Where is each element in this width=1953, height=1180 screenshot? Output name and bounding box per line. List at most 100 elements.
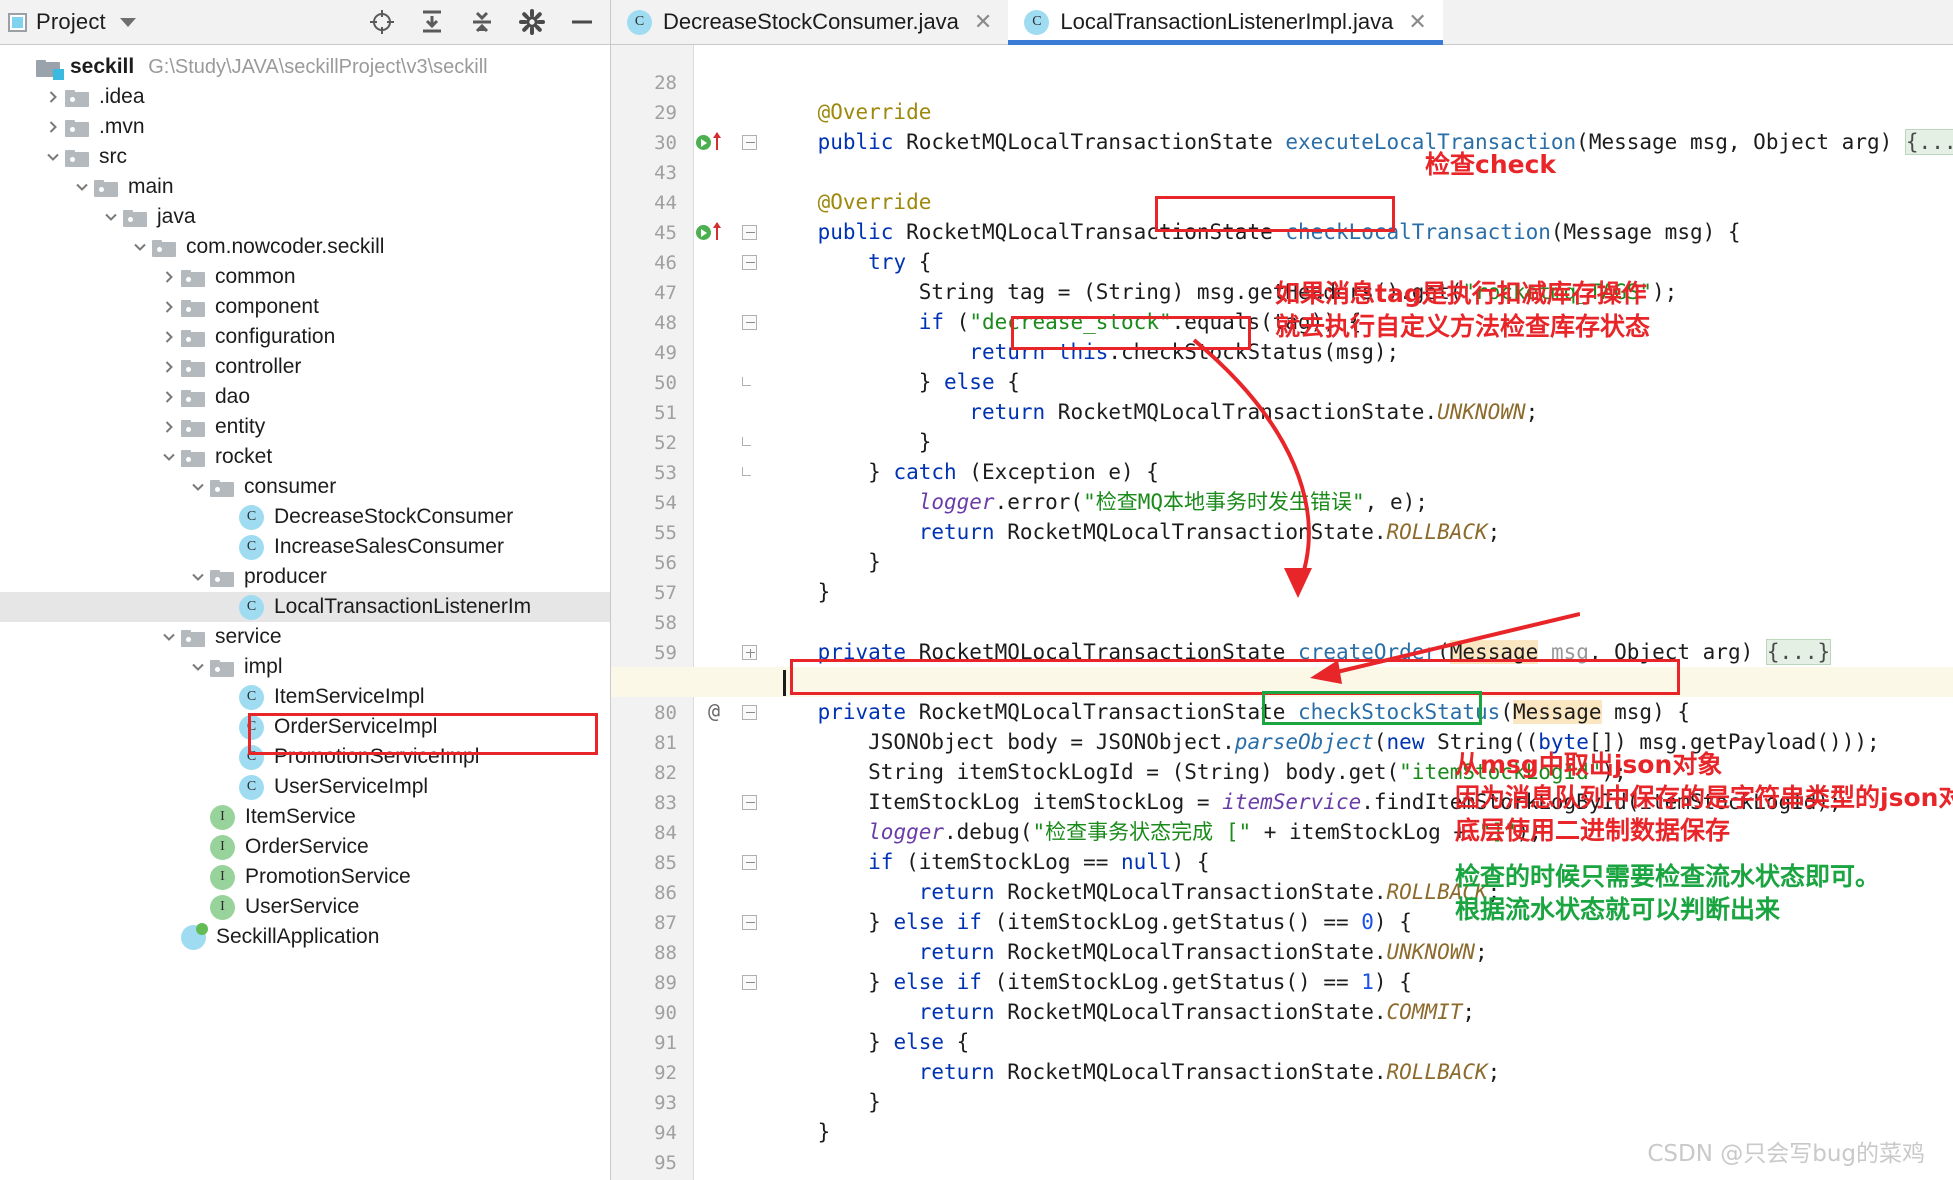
fold-marker[interactable]	[742, 855, 757, 870]
fold-end-marker[interactable]	[742, 377, 751, 386]
run-gutter-icon[interactable]	[696, 135, 711, 150]
close-icon[interactable]: ✕	[1408, 11, 1426, 33]
tree-item-component[interactable]: component	[0, 292, 610, 322]
chevron-down-icon[interactable]	[70, 180, 94, 194]
tree-item-controller[interactable]: controller	[0, 352, 610, 382]
code-line[interactable]: }	[767, 547, 881, 577]
tree-item-decreasestockconsumer[interactable]: C DecreaseStockConsumer	[0, 502, 610, 532]
code-line[interactable]: private RocketMQLocalTransactionState cr…	[767, 637, 1832, 667]
tree-item-src[interactable]: src	[0, 142, 610, 172]
code-line[interactable]: return RocketMQLocalTransactionState.COM…	[767, 997, 1475, 1027]
chevron-right-icon[interactable]	[157, 390, 181, 404]
tree-item-impl[interactable]: impl	[0, 652, 610, 682]
code-line[interactable]: @Override	[767, 97, 932, 127]
code-line[interactable]: public RocketMQLocalTransactionState exe…	[767, 127, 1953, 157]
code-line[interactable]: } else if (itemStockLog.getStatus() == 0…	[767, 907, 1412, 937]
code-line[interactable]: ItemStockLog itemStockLog = itemService.…	[767, 787, 1842, 817]
tree-item-orderservice[interactable]: I OrderService	[0, 832, 610, 862]
fold-marker[interactable]	[742, 315, 757, 330]
tree-item-consumer[interactable]: consumer	[0, 472, 610, 502]
code-line[interactable]: public RocketMQLocalTransactionState che…	[767, 217, 1741, 247]
chevron-right-icon[interactable]	[41, 120, 65, 134]
settings-gear-icon[interactable]	[518, 8, 546, 36]
tree-item-localtransactionlistenerim[interactable]: C LocalTransactionListenerIm	[0, 592, 610, 622]
code-line[interactable]: if (itemStockLog == null) {	[767, 847, 1209, 877]
code-line[interactable]: logger.error("检查MQ本地事务时发生错误", e);	[767, 487, 1428, 517]
code-line[interactable]: return RocketMQLocalTransactionState.ROL…	[767, 517, 1501, 547]
tree-item-promotionserviceimpl[interactable]: C PromotionServiceImpl	[0, 742, 610, 772]
tree-item-increasesalesconsumer[interactable]: C IncreaseSalesConsumer	[0, 532, 610, 562]
tree-item-common[interactable]: common	[0, 262, 610, 292]
code-line[interactable]: logger.debug("检查事务状态完成 [" + itemStockLog…	[767, 817, 1542, 847]
code-content[interactable]: @Override public RocketMQLocalTransactio…	[767, 45, 1953, 1180]
chevron-down-icon[interactable]	[99, 210, 123, 224]
editor-tab-decreasestockconsumer-java[interactable]: C DecreaseStockConsumer.java ✕	[611, 0, 1009, 44]
tree-item-dao[interactable]: dao	[0, 382, 610, 412]
fold-marker[interactable]	[742, 915, 757, 930]
tree-item-userservice[interactable]: I UserService	[0, 892, 610, 922]
chevron-right-icon[interactable]	[157, 360, 181, 374]
chevron-down-icon[interactable]	[186, 480, 210, 494]
tree-item-itemservice[interactable]: I ItemService	[0, 802, 610, 832]
tree-item--idea[interactable]: .idea	[0, 82, 610, 112]
code-line[interactable]: return RocketMQLocalTransactionState.UNK…	[767, 397, 1538, 427]
code-line[interactable]: }	[767, 577, 831, 607]
code-line[interactable]: } else {	[767, 367, 1020, 397]
tree-item-rocket[interactable]: rocket	[0, 442, 610, 472]
code-line[interactable]: String itemStockLogId = (String) body.ge…	[767, 757, 1627, 787]
chevron-right-icon[interactable]	[157, 300, 181, 314]
chevron-right-icon[interactable]	[157, 330, 181, 344]
code-line[interactable]: return RocketMQLocalTransactionState.UNK…	[767, 937, 1488, 967]
chevron-down-icon[interactable]	[186, 660, 210, 674]
code-line[interactable]: return RocketMQLocalTransactionState.ROL…	[767, 1057, 1501, 1087]
tree-item-entity[interactable]: entity	[0, 412, 610, 442]
chevron-right-icon[interactable]	[157, 270, 181, 284]
tree-item-producer[interactable]: producer	[0, 562, 610, 592]
code-line[interactable]: private RocketMQLocalTransactionState ch…	[767, 697, 1690, 727]
code-line[interactable]: } else {	[767, 1027, 969, 1057]
chevron-down-icon[interactable]	[41, 150, 65, 164]
fold-marker[interactable]	[742, 975, 757, 990]
code-line[interactable]: String tag = (String) msg.getHeaders().g…	[767, 277, 1678, 307]
code-line[interactable]: return RocketMQLocalTransactionState.ROL…	[767, 877, 1501, 907]
tree-item--mvn[interactable]: .mvn	[0, 112, 610, 142]
project-tree[interactable]: seckill G:\Study\JAVA\seckillProject\v3\s…	[0, 45, 610, 952]
tree-item-userserviceimpl[interactable]: C UserServiceImpl	[0, 772, 610, 802]
run-gutter-icon[interactable]	[696, 225, 711, 240]
code-line[interactable]: }	[767, 1087, 881, 1117]
tree-item-seckill[interactable]: seckill G:\Study\JAVA\seckillProject\v3\s…	[0, 52, 610, 82]
chevron-down-icon[interactable]	[128, 240, 152, 254]
code-line[interactable]: if ("decrease_stock".equals(tag)) {	[767, 307, 1362, 337]
tree-item-main[interactable]: main	[0, 172, 610, 202]
locate-icon[interactable]	[368, 8, 396, 36]
collapse-all-icon[interactable]	[418, 8, 446, 36]
code-editor[interactable]: 28 29 30 43 44 45 46 47 48 49 50 51 52 53 54 55 56 57 58 59…	[611, 45, 1953, 1180]
code-line[interactable]: return this.checkStockStatus(msg);	[767, 337, 1399, 367]
fold-marker[interactable]	[742, 795, 757, 810]
chevron-down-icon[interactable]	[157, 450, 181, 464]
code-line[interactable]: } else if (itemStockLog.getStatus() == 1…	[767, 967, 1412, 997]
chevron-right-icon[interactable]	[41, 90, 65, 104]
tree-item-itemserviceimpl[interactable]: C ItemServiceImpl	[0, 682, 610, 712]
annotation-gutter-icon[interactable]: @	[708, 699, 720, 723]
tree-item-orderserviceimpl[interactable]: C OrderServiceImpl	[0, 712, 610, 742]
tree-item-java[interactable]: java	[0, 202, 610, 232]
chevron-down-icon[interactable]	[186, 570, 210, 584]
fold-marker[interactable]	[742, 225, 757, 240]
fold-marker[interactable]	[742, 135, 757, 150]
fold-marker-collapsed[interactable]	[742, 645, 757, 660]
tree-item-configuration[interactable]: configuration	[0, 322, 610, 352]
code-line[interactable]: JSONObject body = JSONObject.parseObject…	[767, 727, 1880, 757]
expand-all-icon[interactable]	[468, 8, 496, 36]
chevron-down-icon[interactable]	[119, 17, 136, 27]
hide-panel-icon[interactable]	[568, 8, 596, 36]
code-line[interactable]: } catch (Exception e) {	[767, 457, 1159, 487]
code-line[interactable]: }	[767, 1117, 831, 1147]
close-icon[interactable]: ✕	[974, 11, 992, 33]
code-line[interactable]: try {	[767, 247, 931, 277]
fold-end-marker[interactable]	[742, 437, 751, 446]
code-line[interactable]: @Override	[767, 187, 932, 217]
fold-marker[interactable]	[742, 255, 757, 270]
fold-marker[interactable]	[742, 705, 757, 720]
fold-end-marker[interactable]	[742, 467, 751, 476]
